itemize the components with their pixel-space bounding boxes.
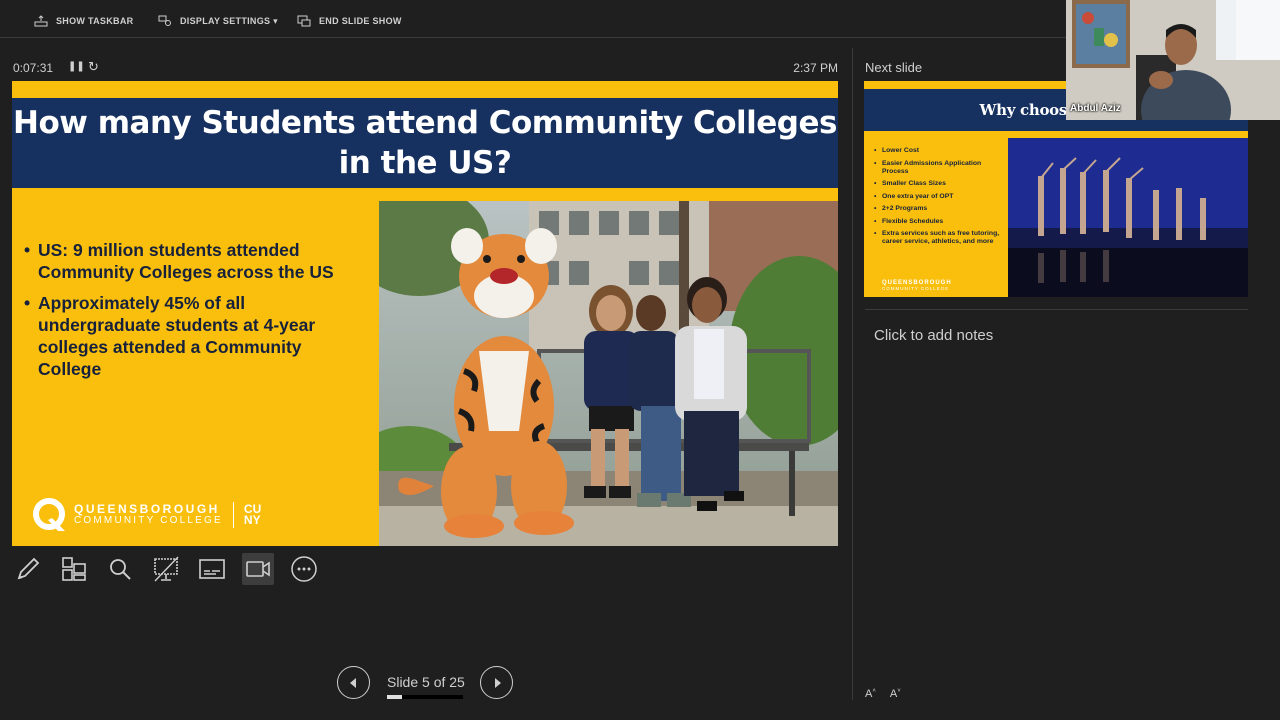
slide-bullet: US: 9 million students attended Communit… [24, 239, 369, 283]
cuny-line2: NY [243, 513, 261, 527]
end-slide-show-label: END SLIDE SHOW [319, 16, 402, 26]
slide-tools [12, 553, 320, 585]
next-slide-dance-photo [1008, 138, 1248, 297]
elapsed-timer: 0:07:31 [13, 61, 54, 75]
display-settings-label: DISPLAY SETTINGS ▾ [180, 15, 278, 26]
display-settings-icon [158, 15, 171, 26]
next-logo-line2: COMMUNITY COLLEGE [882, 286, 950, 291]
slide-photo-mascot-students [379, 201, 838, 546]
show-taskbar-button[interactable]: SHOW TASKBAR [34, 15, 133, 27]
decrease-font-button[interactable]: A˅ [890, 688, 901, 700]
screen-off-icon [154, 556, 179, 582]
pane-divider[interactable] [852, 48, 853, 700]
presenter-webcam [1066, 0, 1280, 120]
current-slide[interactable]: How many Students attend Community Colle… [12, 81, 838, 546]
subtitles-icon [199, 559, 225, 579]
pen-icon [17, 557, 40, 580]
queensborough-q-icon [33, 498, 65, 531]
magnifier-icon [110, 559, 131, 580]
next-slide-bullet: Flexible Schedules [872, 218, 1004, 226]
next-slide-label: Next slide [865, 60, 923, 75]
slide-bullet: Approximately 45% of all undergraduate s… [24, 292, 369, 380]
display-settings-button[interactable]: DISPLAY SETTINGS ▾ [158, 15, 278, 27]
next-slide-logo: QUEENSBOROUGH COMMUNITY COLLEGE [882, 280, 952, 292]
camera-toggle-button[interactable] [242, 553, 274, 585]
video-camera-icon [246, 561, 270, 577]
pause-timer-icon[interactable]: ❚❚ [68, 61, 85, 72]
more-options-button[interactable] [288, 553, 320, 585]
slide-title-underline [12, 188, 838, 201]
timer-row: 0:07:31 ❚❚ ↻ 2:37 PM [13, 59, 838, 76]
slide-counter[interactable]: Slide 5 of 25 [387, 674, 465, 690]
zoom-button[interactable] [104, 553, 136, 585]
notes-font-controls: A˄ A˅ [865, 688, 901, 700]
slide-title: How many Students attend Community Colle… [13, 103, 837, 183]
logo-separator [232, 502, 234, 528]
slide-bullet-list: US: 9 million students attended Communit… [24, 239, 369, 389]
taskbar-icon [34, 15, 48, 27]
subtitles-button[interactable] [196, 553, 228, 585]
current-time: 2:37 PM [793, 61, 838, 75]
see-all-slides-button[interactable] [58, 553, 90, 585]
slide-title-line1: How many Students attend Community Colle… [13, 105, 837, 141]
toolbar-divider [0, 37, 1066, 38]
next-slide-bullet: Lower Cost [872, 147, 1004, 155]
show-taskbar-label: SHOW TASKBAR [56, 16, 134, 26]
next-slide-bullet: One extra year of OPT [872, 193, 1004, 201]
increase-font-button[interactable]: A˄ [865, 688, 876, 700]
speaker-notes[interactable]: Click to add notes [874, 327, 993, 344]
slide-progress-bar [387, 695, 463, 699]
next-slide-button[interactable] [480, 666, 513, 699]
next-slide-bullet: Extra services such as free tutoring, ca… [872, 230, 1004, 246]
restart-timer-icon[interactable]: ↻ [88, 59, 99, 75]
previous-slide-button[interactable] [337, 666, 370, 699]
grid-slides-icon [62, 557, 86, 581]
logo-line2: COMMUNITY COLLEGE [74, 515, 223, 526]
slide-progress-fill [387, 695, 403, 699]
next-slide-bullet: Smaller Class Sizes [872, 180, 1004, 188]
queensborough-logo: QUEENSBOROUGH COMMUNITY COLLEGE CU NY [32, 498, 261, 532]
webcam-name-label: Abdul Aziz [1070, 103, 1121, 114]
slide-title-line2: in the US? [338, 145, 512, 181]
triangle-left-icon [349, 677, 356, 688]
next-slide-bullets: Lower Cost Easier Admissions Application… [872, 147, 1004, 251]
end-show-icon [297, 15, 311, 27]
notes-divider [865, 309, 1248, 310]
cuny-logo: CU NY [243, 503, 261, 527]
black-screen-button[interactable] [150, 553, 182, 585]
next-slide-bullet: 2+2 Programs [872, 205, 1004, 213]
end-slide-show-button[interactable]: END SLIDE SHOW [297, 15, 402, 27]
slide-top-stripe [12, 81, 838, 98]
more-icon [291, 556, 317, 582]
pen-tool-button[interactable] [12, 553, 44, 585]
next-slide-bullet: Easier Admissions Application Process [872, 160, 1004, 176]
slide-title-band: How many Students attend Community Colle… [12, 98, 838, 188]
slide-navigation: Slide 5 of 25 [337, 666, 517, 700]
logo-line1: QUEENSBOROUGH [74, 502, 220, 516]
triangle-right-icon [494, 677, 501, 688]
